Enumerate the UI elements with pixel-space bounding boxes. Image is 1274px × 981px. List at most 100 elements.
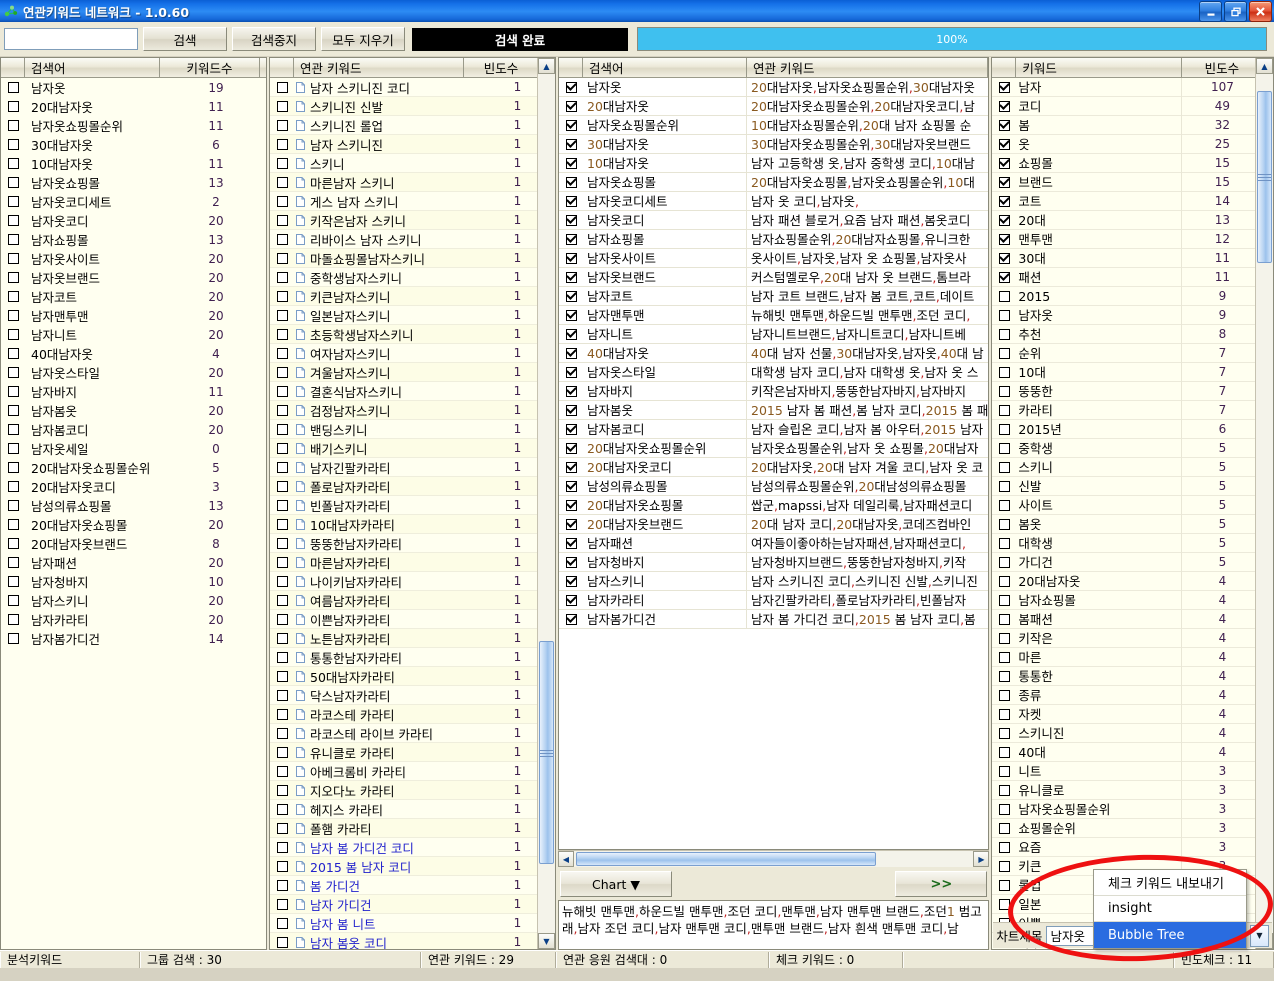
table-row[interactable]: 봄옷 5	[992, 514, 1273, 534]
stop-search-button[interactable]: 검색중지	[232, 27, 316, 51]
table-row[interactable]: 남자니트 남자니트브랜드,남자니트코디,남자니트베	[559, 324, 989, 344]
row-checkbox[interactable]	[7, 348, 19, 359]
row-checkbox[interactable]	[276, 480, 288, 492]
row-check-cell[interactable]	[1, 462, 25, 473]
table-row[interactable]: 남자 107	[992, 78, 1273, 97]
table-row[interactable]: 키작은 4	[992, 628, 1273, 648]
row-check-cell[interactable]	[270, 81, 294, 93]
keyword-frequency-scrollbar[interactable]: ▲ ▼	[1255, 58, 1273, 949]
chart-dropdown-button[interactable]: Chart ▼	[560, 871, 672, 897]
row-checkbox[interactable]	[7, 538, 19, 549]
row-checkbox[interactable]	[7, 253, 19, 264]
table-row[interactable]: 폴햄 카라티 1	[270, 819, 555, 838]
row-checkbox[interactable]	[7, 443, 19, 454]
col-frequency[interactable]: 빈도수	[1182, 58, 1263, 77]
row-checkbox[interactable]	[565, 328, 577, 340]
row-check-cell[interactable]	[992, 366, 1016, 378]
row-checkbox[interactable]	[565, 404, 577, 416]
row-check-cell[interactable]	[1, 424, 25, 435]
close-button[interactable]	[1249, 1, 1272, 22]
row-check-cell[interactable]	[992, 537, 1016, 549]
related-keywords-list[interactable]: 남자 스키니진 코디 1 스키니진 신발 1 스키니진 롤업 1 남자 스키니진 1 스키니 1 마…	[270, 78, 555, 949]
row-checkbox[interactable]	[276, 822, 288, 834]
table-row[interactable]: 검정남자스키니 1	[270, 401, 555, 420]
row-check-cell[interactable]	[1, 576, 25, 587]
table-row[interactable]: 남자옷 19	[1, 78, 266, 97]
row-checkbox[interactable]	[565, 556, 577, 568]
row-checkbox[interactable]	[7, 462, 19, 473]
table-row[interactable]: 남자옷쇼핑몰 13	[1, 173, 266, 192]
row-checkbox[interactable]	[7, 196, 19, 207]
table-row[interactable]: 남자코트 20	[1, 287, 266, 306]
row-check-cell[interactable]	[559, 81, 583, 93]
row-check-cell[interactable]	[270, 366, 294, 378]
table-row[interactable]: 남자 봄 니트 1	[270, 914, 555, 933]
table-row[interactable]: 10대남자옷 11	[1, 154, 266, 173]
row-check-cell[interactable]	[559, 385, 583, 397]
scroll-up-icon[interactable]: ▲	[538, 58, 555, 74]
row-check-cell[interactable]	[992, 651, 1016, 663]
row-check-cell[interactable]	[270, 651, 294, 663]
row-checkbox[interactable]	[7, 120, 19, 131]
row-check-cell[interactable]	[270, 860, 294, 872]
row-checkbox[interactable]	[276, 214, 288, 226]
row-checkbox[interactable]	[565, 252, 577, 264]
row-check-cell[interactable]	[992, 575, 1016, 587]
table-row[interactable]: 남자봄가디건 남자 봄 가디건 코디,2015 봄 남자 코디,봄	[559, 609, 989, 629]
table-row[interactable]: 봄패션 4	[992, 609, 1273, 629]
table-row[interactable]: 남자청바지 남자청바지브랜드,뚱뚱한남자청바지,키작	[559, 552, 989, 572]
table-row[interactable]: 남자바지 키작은남자바지,뚱뚱한남자바지,남자바지	[559, 381, 989, 401]
row-check-cell[interactable]	[559, 214, 583, 226]
table-row[interactable]: 맨투맨 12	[992, 229, 1273, 249]
row-check-cell[interactable]	[559, 423, 583, 435]
row-check-cell[interactable]	[559, 461, 583, 473]
row-check-cell[interactable]	[559, 480, 583, 492]
row-check-cell[interactable]	[270, 803, 294, 815]
row-check-cell[interactable]	[992, 81, 1016, 93]
col-search-term[interactable]: 검색어	[583, 58, 747, 77]
table-row[interactable]: 나이키남자카라티 1	[270, 572, 555, 591]
row-check-cell[interactable]	[559, 575, 583, 587]
table-row[interactable]: 남자 봄옷 코디 1	[270, 933, 555, 949]
row-checkbox[interactable]	[998, 271, 1010, 283]
scroll-track[interactable]	[538, 74, 555, 933]
row-checkbox[interactable]	[7, 158, 19, 169]
row-check-cell[interactable]	[270, 746, 294, 758]
row-checkbox[interactable]	[276, 195, 288, 207]
row-check-cell[interactable]	[559, 404, 583, 416]
row-checkbox[interactable]	[565, 100, 577, 112]
row-checkbox[interactable]	[276, 689, 288, 701]
table-row[interactable]: 20대남자옷코디 3	[1, 477, 266, 496]
table-row[interactable]: 남자쇼핑몰 4	[992, 590, 1273, 610]
table-row[interactable]: 남자쇼핑몰 13	[1, 230, 266, 249]
row-checkbox[interactable]	[276, 81, 288, 93]
row-check-cell[interactable]	[270, 423, 294, 435]
row-checkbox[interactable]	[276, 575, 288, 587]
row-check-cell[interactable]	[559, 100, 583, 112]
row-checkbox[interactable]	[998, 290, 1010, 302]
table-row[interactable]: 코트 14	[992, 191, 1273, 211]
row-checkbox[interactable]	[276, 898, 288, 910]
table-row[interactable]: 남자옷세일 0	[1, 439, 266, 458]
table-row[interactable]: 스키니 1	[270, 154, 555, 173]
table-row[interactable]: 대학생 5	[992, 533, 1273, 553]
row-checkbox[interactable]	[276, 176, 288, 188]
row-checkbox[interactable]	[998, 233, 1010, 245]
scroll-up-icon[interactable]: ▲	[1256, 58, 1273, 74]
row-checkbox[interactable]	[565, 309, 577, 321]
table-row[interactable]: 20대남자옷브랜드 8	[1, 534, 266, 553]
row-check-cell[interactable]	[270, 784, 294, 796]
row-check-cell[interactable]	[270, 594, 294, 606]
row-check-cell[interactable]	[559, 290, 583, 302]
row-check-cell[interactable]	[270, 176, 294, 188]
row-check-cell[interactable]	[270, 309, 294, 321]
row-checkbox[interactable]	[998, 81, 1010, 93]
row-checkbox[interactable]	[565, 537, 577, 549]
table-row[interactable]: 남자옷쇼핑몰순위 10대남자쇼핑몰순위,20대 남자 쇼핑몰 순	[559, 115, 989, 135]
row-checkbox[interactable]	[998, 309, 1010, 321]
row-check-cell[interactable]	[559, 594, 583, 606]
row-checkbox[interactable]	[998, 803, 1010, 815]
row-checkbox[interactable]	[7, 177, 19, 188]
row-checkbox[interactable]	[998, 708, 1010, 720]
hscroll-thumb[interactable]	[576, 852, 876, 866]
